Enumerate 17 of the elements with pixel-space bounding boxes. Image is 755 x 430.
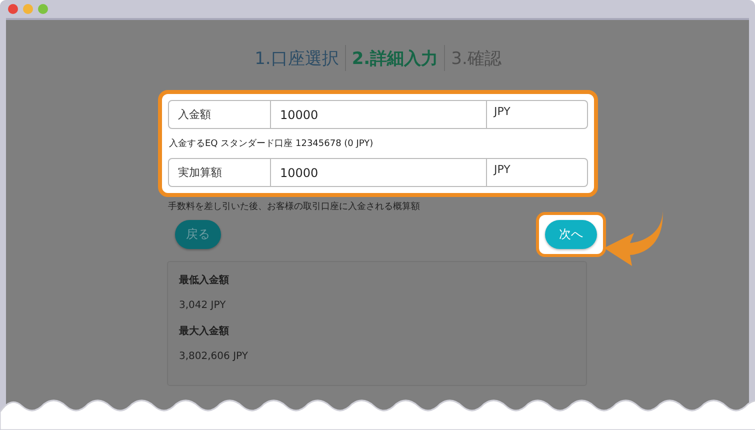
field-label: 実加算額 [168, 158, 271, 187]
limit-title: 最低入金額 [179, 274, 230, 287]
step-label: 2.詳細入力 [350, 48, 440, 70]
field-label: 入金額 [168, 100, 271, 129]
account-note: 入金するEQ スタンダード口座 12345678 (0 JPY) [168, 138, 374, 151]
step-label: 1.口座選択 [254, 48, 340, 70]
currency-field[interactable]: JPY [487, 158, 588, 187]
amount-input[interactable]: 10000 [271, 158, 487, 187]
close-button[interactable] [8, 4, 18, 14]
amount-input[interactable]: 10000 [271, 100, 487, 129]
limit-value: 3,802,606 JPY [179, 351, 249, 362]
minimize-button[interactable] [23, 4, 33, 14]
zoom-button[interactable] [38, 4, 48, 14]
currency-field[interactable]: JPY [487, 100, 588, 129]
fee-note: 手数料を差し引いた後、お客様の取引口座に入金される概算額 [167, 200, 421, 213]
limit-value: 3,042 JPY [179, 300, 227, 311]
limit-title: 最大入金額 [179, 324, 230, 338]
